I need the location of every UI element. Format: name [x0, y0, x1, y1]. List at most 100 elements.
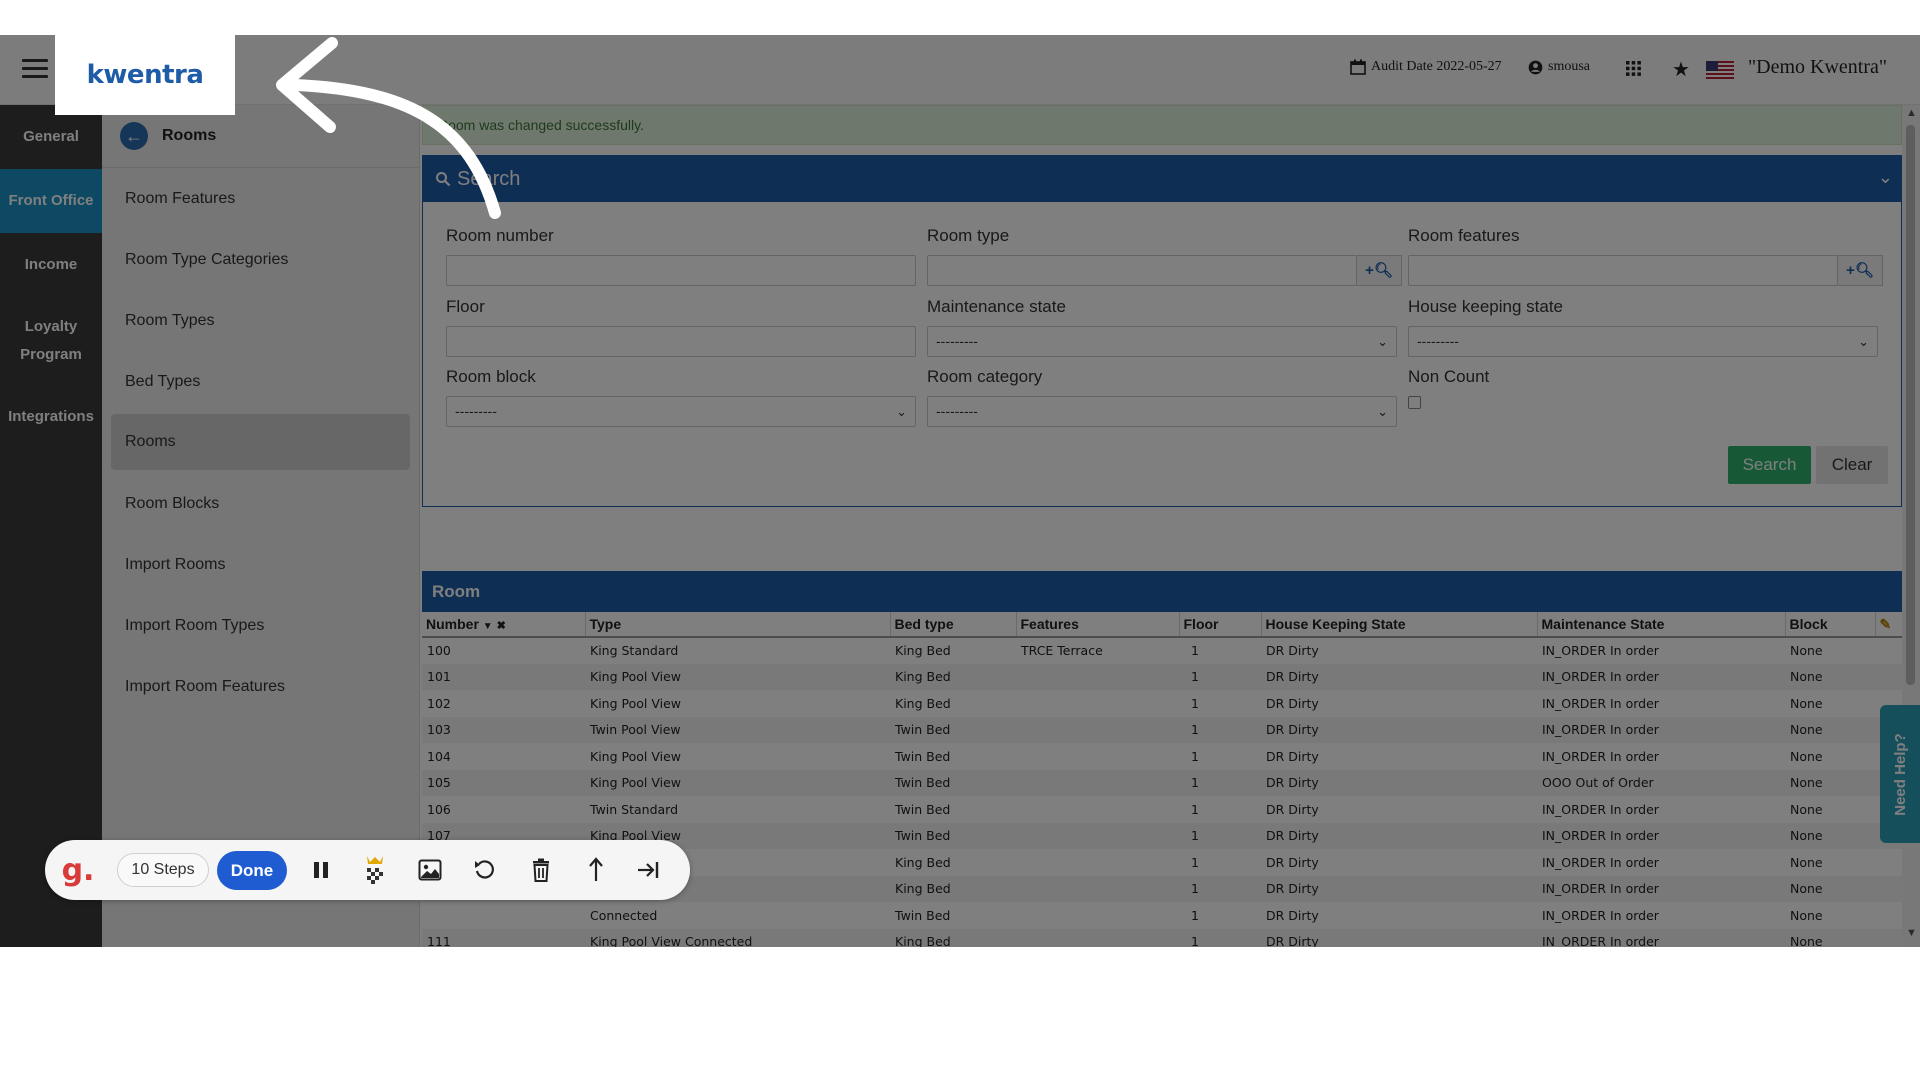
column-header-maintenance-state[interactable]: Maintenance State	[1537, 612, 1786, 638]
company-name[interactable]: "Demo Kwentra"	[1748, 56, 1887, 79]
table-row[interactable]: 104 King Pool View Twin Bed 1 DR Dirty IN_ORD…	[422, 743, 1902, 770]
table-row[interactable]: Connected Twin Bed 1 DR Dirty IN_ORDER In or…	[422, 902, 1902, 929]
room-type-input[interactable]	[927, 255, 1357, 286]
table-row[interactable]: 102 King Pool View King Bed 1 DR Dirty IN_ORD…	[422, 690, 1902, 717]
cell-housekeeping-state: DR Dirty	[1266, 854, 1319, 870]
maintenance-state-select[interactable]: --------- ⌄	[927, 326, 1397, 357]
cell-features	[1016, 902, 1179, 929]
submenu-item-import-room-types[interactable]: Import Room Types	[111, 595, 410, 656]
chevron-down-icon: ⌄	[1377, 404, 1388, 419]
column-header-type[interactable]: Type	[585, 612, 891, 638]
undo-icon[interactable]	[469, 854, 501, 886]
nav-income[interactable]: Income	[0, 233, 102, 297]
cell-floor: 1	[1179, 663, 1261, 690]
trash-icon[interactable]	[525, 854, 557, 886]
clear-sort-icon: ✖	[496, 620, 506, 632]
menu-icon[interactable]	[22, 59, 48, 79]
submenu-item-import-rooms[interactable]: Import Rooms	[111, 534, 410, 595]
arrow-up-icon[interactable]	[580, 854, 612, 886]
nav-front-office[interactable]: Front Office	[0, 169, 102, 233]
table-row[interactable]: 106 Twin Standard Twin Bed 1 DR Dirty IN_ORDE…	[422, 796, 1902, 823]
column-header-number[interactable]: Number ▼ ✖	[422, 612, 586, 638]
table-row[interactable]: 111 King Pool View Connected King Bed 1 DR D…	[422, 928, 1902, 947]
column-header-housekeeping-state[interactable]: House Keeping State	[1261, 612, 1538, 638]
calendar-icon	[1350, 59, 1366, 75]
cell-bed-type: Twin Bed	[890, 769, 1016, 796]
main-content: Room was changed successfully. Search ⌄ …	[420, 105, 1902, 947]
submenu-item-room-types[interactable]: Room Types	[111, 290, 410, 351]
cell-type: King Pool View	[590, 695, 681, 711]
skip-to-end-icon[interactable]	[632, 854, 664, 886]
room-block-field: Room block --------- ⌄	[446, 367, 916, 427]
user-menu[interactable]: smousa	[1528, 59, 1590, 75]
cell-type: Twin Standard	[590, 801, 679, 817]
us-flag-icon[interactable]	[1706, 61, 1734, 79]
cell-floor: 1	[1179, 928, 1261, 947]
cell-housekeeping-state: DR Dirty	[1266, 643, 1319, 659]
scroll-down-icon[interactable]: ▼	[1906, 927, 1917, 939]
cell-bed-type: Twin Bed	[895, 801, 951, 817]
cell-maintenance-state: IN_ORDER In order	[1542, 695, 1659, 711]
column-header-block[interactable]: Block	[1785, 612, 1876, 638]
table-row[interactable]: 101 King Pool View King Bed 1 DR Dirty IN_ORD…	[422, 663, 1902, 690]
scroll-up-icon[interactable]: ▲	[1906, 107, 1917, 119]
cell-type: King Pool View	[590, 748, 681, 764]
table-row[interactable]: 105 King Pool View Twin Bed 1 DR Dirty OOO Ou…	[422, 769, 1902, 796]
submenu-item-rooms[interactable]: Rooms	[111, 414, 410, 470]
logo[interactable]: kwentra	[55, 35, 235, 115]
column-header-bed-type[interactable]: Bed type	[890, 612, 1017, 638]
submenu-item-room-type-categories[interactable]: Room Type Categories	[111, 229, 410, 290]
audit-date-label: Audit Date 2022-05-27	[1371, 59, 1502, 74]
maintenance-state-label: Maintenance state	[927, 297, 1066, 316]
add-search-icon[interactable]: +🔍︎	[1838, 255, 1883, 286]
column-header-floor[interactable]: Floor	[1179, 612, 1262, 638]
star-icon[interactable]: ★	[1672, 57, 1690, 82]
submenu-item-room-blocks[interactable]: Room Blocks	[111, 473, 410, 534]
need-help-tab[interactable]: Need Help?	[1880, 705, 1920, 843]
add-search-icon[interactable]: +🔍︎	[1357, 255, 1402, 286]
image-icon[interactable]	[414, 854, 446, 886]
cell-floor: 1	[1191, 748, 1199, 764]
scroll-thumb[interactable]	[1906, 125, 1915, 685]
maintenance-state-field: Maintenance state --------- ⌄	[927, 297, 1397, 357]
nav-integrations[interactable]: Integrations	[0, 385, 102, 449]
cell-maintenance-state: IN_ORDER In order	[1537, 875, 1785, 902]
room-features-input[interactable]	[1408, 255, 1838, 286]
cell-bed-type: King Bed	[895, 643, 951, 659]
apps-grid-icon[interactable]	[1626, 61, 1641, 76]
column-header-features[interactable]: Features	[1016, 612, 1180, 638]
cell-floor: 1	[1179, 769, 1261, 796]
floor-input[interactable]	[446, 326, 916, 357]
submenu-item-bed-types[interactable]: Bed Types	[111, 351, 410, 412]
cell-bed-type: King Bed	[890, 663, 1016, 690]
housekeeping-state-select[interactable]: --------- ⌄	[1408, 326, 1878, 357]
chevron-down-icon[interactable]: ⌄	[1878, 167, 1893, 188]
search-panel-header[interactable]: Search ⌄	[423, 156, 1901, 202]
room-category-select[interactable]: --------- ⌄	[927, 396, 1397, 427]
cell-floor: 1	[1179, 716, 1261, 743]
cell-type: Connected	[590, 907, 658, 923]
room-number-input[interactable]	[446, 255, 916, 286]
pause-icon[interactable]	[305, 854, 337, 886]
non-count-checkbox[interactable]	[1408, 396, 1421, 409]
blur-tool-icon[interactable]	[359, 854, 391, 886]
cell-floor: 1	[1179, 822, 1261, 849]
table-row[interactable]: 103 Twin Pool View Twin Bed 1 DR Dirty IN_ORD…	[422, 716, 1902, 743]
cell-housekeeping-state: DR Dirty	[1261, 663, 1537, 690]
steps-counter[interactable]: 10 Steps	[117, 853, 209, 887]
back-arrow-icon[interactable]: ←	[120, 122, 148, 150]
edit-columns-icon[interactable]: ✎	[1875, 612, 1902, 638]
clear-button[interactable]: Clear	[1816, 446, 1888, 484]
cell-bed-type: King Bed	[890, 928, 1016, 947]
cell-features	[1016, 822, 1179, 849]
submenu-item-import-room-features[interactable]: Import Room Features	[111, 656, 410, 717]
audit-date[interactable]: Audit Date 2022-05-27	[1350, 59, 1502, 75]
room-block-select[interactable]: --------- ⌄	[446, 396, 916, 427]
done-button[interactable]: Done	[217, 851, 287, 890]
nav-loyalty-program[interactable]: Loyalty Program	[0, 297, 102, 385]
table-row[interactable]: 100 King Standard King Bed TRCE Terrace 1 DR …	[422, 637, 1902, 664]
cell-floor: 1	[1191, 643, 1199, 659]
search-button[interactable]: Search	[1728, 446, 1811, 484]
sort-desc-icon: ▼	[482, 621, 493, 632]
cell-bed-type: Twin Bed	[895, 748, 951, 764]
